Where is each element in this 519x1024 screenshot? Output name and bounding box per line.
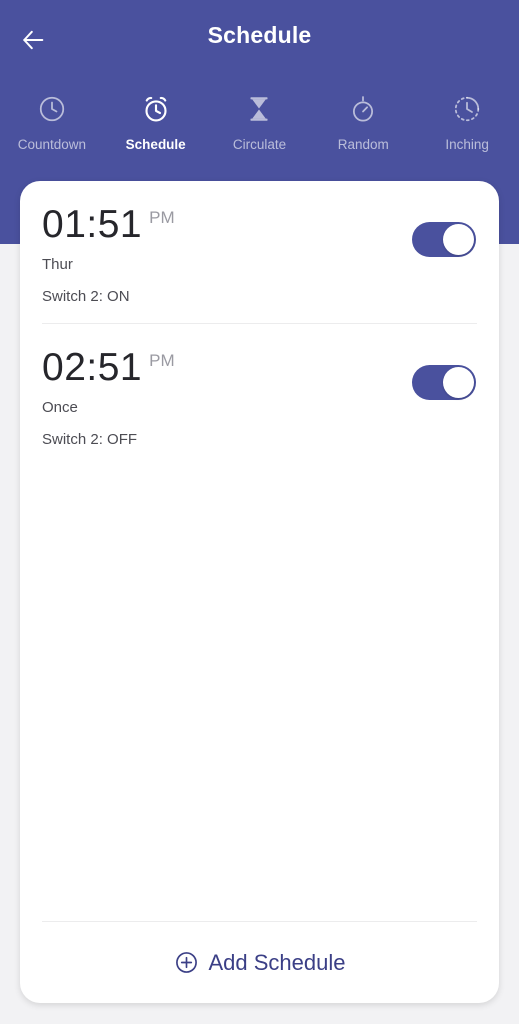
- card-footer: Add Schedule: [20, 921, 499, 1003]
- schedule-screen: Schedule Countdown Schedule Circulate Ra…: [0, 0, 519, 1024]
- dashed-clock-icon: [452, 92, 482, 126]
- add-schedule-label: Add Schedule: [208, 949, 346, 975]
- schedule-item[interactable]: 02:51 PM Once Switch 2: OFF: [20, 324, 499, 466]
- tab-random[interactable]: Random: [311, 92, 415, 152]
- schedule-item[interactable]: 01:51 PM Thur Switch 2: ON: [20, 181, 499, 323]
- tab-countdown[interactable]: Countdown: [0, 92, 104, 152]
- alarm-clock-icon: [141, 92, 171, 126]
- tab-bar: Countdown Schedule Circulate Random Inch…: [0, 92, 519, 152]
- tab-label: Random: [337, 137, 389, 152]
- schedule-meridiem: PM: [149, 351, 175, 370]
- schedule-repeat: Once: [42, 399, 78, 416]
- add-schedule-button[interactable]: Add Schedule: [20, 922, 499, 1003]
- schedule-time: 02:51: [42, 346, 143, 389]
- schedule-repeat: Thur: [42, 256, 73, 273]
- schedule-time: 01:51: [42, 203, 143, 246]
- tab-label: Countdown: [17, 137, 87, 152]
- schedule-toggle[interactable]: [412, 365, 476, 400]
- schedule-list: 01:51 PM Thur Switch 2: ON 02:51 PM Once…: [20, 181, 499, 466]
- plus-circle-icon: [174, 950, 199, 975]
- tab-schedule[interactable]: Schedule: [104, 92, 208, 152]
- tab-label: Inching: [445, 137, 489, 152]
- tab-inching[interactable]: Inching: [415, 92, 519, 152]
- page-title: Schedule: [207, 22, 312, 48]
- schedule-toggle[interactable]: [412, 222, 476, 257]
- schedule-action: Switch 2: OFF: [42, 431, 138, 448]
- toggle-knob: [443, 224, 474, 255]
- title-bar: Schedule: [0, 0, 519, 78]
- tab-label: Schedule: [125, 137, 186, 152]
- schedule-card: 01:51 PM Thur Switch 2: ON 02:51 PM Once…: [20, 181, 499, 1003]
- clock-icon: [37, 92, 67, 126]
- tab-circulate[interactable]: Circulate: [208, 92, 312, 152]
- schedule-meridiem: PM: [149, 208, 175, 227]
- hourglass-icon: [244, 92, 274, 126]
- stopwatch-icon: [348, 92, 378, 126]
- schedule-action: Switch 2: ON: [42, 288, 130, 305]
- toggle-knob: [443, 367, 474, 398]
- tab-label: Circulate: [232, 137, 287, 152]
